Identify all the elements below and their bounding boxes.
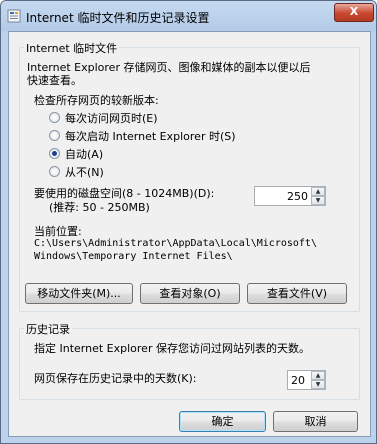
spin-down-icon[interactable]: ▼ <box>311 380 325 389</box>
radio-every-visit-label[interactable]: 每次访问网页时(E) <box>65 110 158 126</box>
disk-space-spin-buttons[interactable]: ▲ ▼ <box>311 187 325 205</box>
settings-icon <box>7 9 21 23</box>
history-days-input[interactable] <box>289 372 311 388</box>
spin-up-icon[interactable]: ▲ <box>311 371 325 380</box>
current-location-path-line1: C:\Users\Administrator\AppData\Local\Mic… <box>34 238 317 249</box>
radio-automatic-label[interactable]: 自动(A) <box>65 146 103 162</box>
window-title: Internet 临时文件和历史记录设置 <box>26 11 210 25</box>
settings-dialog: Internet 临时文件和历史记录设置 X Internet 临时文件 Int… <box>0 0 377 444</box>
radio-every-visit[interactable] <box>49 112 60 123</box>
radio-every-start-label[interactable]: 每次启动 Internet Explorer 时(S) <box>65 128 236 144</box>
cancel-button[interactable]: 取消 <box>273 411 358 432</box>
radio-never-label[interactable]: 从不(N) <box>65 164 104 180</box>
temp-files-description-line2: 快速查看。 <box>27 74 82 87</box>
spin-down-icon[interactable]: ▼ <box>311 196 325 205</box>
disk-space-input[interactable] <box>256 188 310 204</box>
dialog-body: Internet 临时文件 Internet Explorer 存储网页、图像和… <box>8 31 371 437</box>
check-newer-versions-label: 检查所存网页的较新版本: <box>34 94 159 107</box>
disk-space-stepper[interactable]: ▲ ▼ <box>254 186 326 206</box>
history-days-stepper[interactable]: ▲ ▼ <box>287 370 326 390</box>
radio-never[interactable] <box>49 166 60 177</box>
history-days-label: 网页保存在历史记录中的天数(K): <box>34 372 197 385</box>
history-description: 指定 Internet Explorer 保存您访问过网站列表的天数。 <box>34 342 310 355</box>
close-button[interactable]: X <box>334 3 374 22</box>
move-folder-button[interactable]: 移动文件夹(M)... <box>25 283 133 304</box>
current-location-path-line2: Windows\Temporary Internet Files\ <box>34 251 233 262</box>
view-objects-button[interactable]: 查看对象(O) <box>140 283 240 304</box>
temp-files-group-title: Internet 临时文件 <box>24 40 120 56</box>
current-location-label: 当前位置: <box>34 225 82 238</box>
radio-automatic[interactable] <box>49 148 60 159</box>
history-group-title: 历史记录 <box>24 321 72 337</box>
view-files-button[interactable]: 查看文件(V) <box>247 283 347 304</box>
ok-button[interactable]: 确定 <box>179 411 266 432</box>
history-days-spin-buttons[interactable]: ▲ ▼ <box>311 371 325 389</box>
title-bar[interactable]: Internet 临时文件和历史记录设置 X <box>1 1 376 31</box>
radio-every-start[interactable] <box>49 130 60 141</box>
spin-up-icon[interactable]: ▲ <box>311 187 325 196</box>
disk-space-hint: (推荐: 50 - 250MB) <box>49 201 150 214</box>
